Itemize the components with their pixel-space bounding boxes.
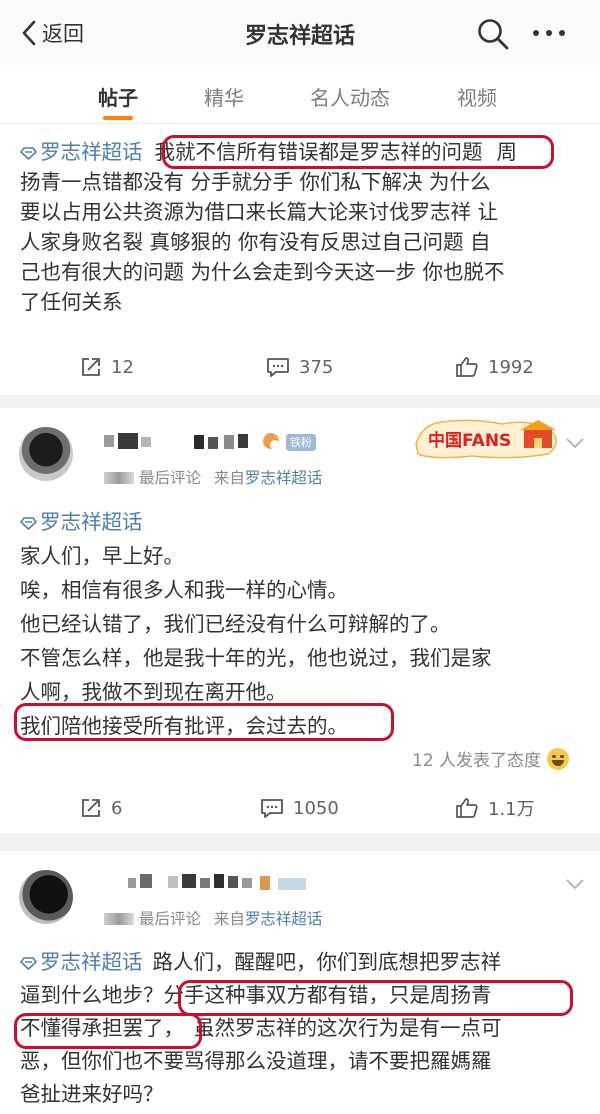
- thumbs-up-icon: [456, 798, 478, 818]
- post-meta: 最后评论 来自罗志祥超话: [104, 907, 322, 929]
- search-icon[interactable]: [476, 17, 510, 51]
- repost-count: 6: [111, 797, 123, 819]
- text-line: 不管怎么样，他是我十年的光，他也说过，我们是家: [20, 646, 492, 670]
- like-count: 1992: [488, 356, 534, 378]
- text-line: 了任何关系: [20, 290, 123, 314]
- comment-button[interactable]: 375: [266, 347, 333, 387]
- source-link[interactable]: 罗志祥超话: [245, 910, 323, 928]
- text-line: 不懂得承担罢了， 虽然罗志祥的这次行为是有一点可: [20, 1016, 502, 1040]
- text-line: 要以占用公共资源为借口来长篇大论来讨伐罗志祥 让: [20, 200, 499, 224]
- blurred-username[interactable]: [128, 872, 308, 892]
- text-line: 己也有很大的问题 为什么会走到今天这一步 你也脱不: [20, 260, 505, 284]
- post-body: 罗志祥超话 家人们，早上好。 唉，相信有很多人和我一样的心情。 他已经认错了，我…: [20, 507, 585, 741]
- attitude-text: 12 人发表了态度: [412, 751, 542, 771]
- tab-bar: 帖子 精华 名人动态 视频: [0, 66, 600, 124]
- text-line: 唉，相信有很多人和我一样的心情。: [20, 578, 348, 602]
- like-count: 1.1万: [488, 799, 535, 820]
- post-meta: 最后评论 来自罗志祥超话: [104, 466, 322, 488]
- chevron-down-icon[interactable]: [565, 437, 585, 449]
- repost-button[interactable]: 12: [80, 347, 134, 387]
- like-button[interactable]: 1992: [455, 347, 534, 387]
- tab-celebrity-updates[interactable]: 名人动态: [310, 82, 390, 111]
- chevron-down-icon[interactable]: [565, 878, 585, 890]
- repost-icon: [82, 358, 100, 376]
- page-title: 罗志祥超话: [244, 24, 355, 49]
- text-line: 爸扯进来好吗？: [20, 1082, 164, 1106]
- china-fans-badge: 中国FANS: [415, 419, 557, 459]
- topic-tag-link[interactable]: 罗志祥超话: [20, 950, 143, 974]
- super-topic-diamond-icon: [20, 957, 37, 970]
- text-line: 逼到什么地步？分手这种事双方都有错，只是周扬青: [20, 983, 492, 1007]
- blurred-time: [104, 472, 134, 484]
- text-line: 罗志祥超话 我就不信所有错误都是罗志祥的问题周: [20, 137, 585, 167]
- iron-fan-badge: 铁粉: [286, 434, 316, 451]
- super-topic-diamond-icon: [20, 517, 37, 530]
- nav-bar: 返回 罗志祥超话: [0, 0, 600, 66]
- like-button[interactable]: 1.1万: [455, 788, 535, 828]
- topic-tag-link[interactable]: 罗志祥超话: [20, 510, 143, 534]
- fans-badge-text: 中国FANS: [428, 430, 511, 451]
- laughing-emoji-icon: [547, 747, 570, 770]
- comment-count: 1050: [293, 797, 339, 819]
- topic-tag-link[interactable]: 罗志祥超话: [20, 140, 143, 164]
- active-tab-indicator: [103, 116, 133, 120]
- post-card[interactable]: 罗志祥超话 我就不信所有错误都是罗志祥的问题周 扬青一点错都没有 分手就分手 你们…: [0, 124, 600, 395]
- repost-icon: [82, 799, 100, 817]
- attitude-summary[interactable]: 12 人发表了态度: [412, 746, 570, 771]
- comment-button[interactable]: 1050: [260, 788, 339, 828]
- comment-count: 375: [299, 356, 334, 378]
- post-actions: 6 1050 1.1万: [0, 788, 600, 828]
- text-line: 人家身败名裂 真够狠的 你有没有反思过自己问题 自: [20, 230, 491, 254]
- tab-posts[interactable]: 帖子: [98, 82, 138, 111]
- text-line: 罗志祥超话 路人们，醒醒吧，你们到底想把罗志祥: [20, 947, 585, 977]
- repost-count: 12: [111, 356, 134, 378]
- text-line: 扬青一点错都没有 分手就分手 你们私下解决 为什么: [20, 170, 491, 194]
- avatar[interactable]: [19, 870, 73, 924]
- more-options-icon[interactable]: [527, 24, 571, 42]
- comment-icon: [267, 358, 289, 377]
- tab-videos[interactable]: 视频: [457, 82, 497, 111]
- text-line: 家人们，早上好。: [20, 544, 184, 568]
- text-line: 人啊，我做不到现在离开他。: [20, 680, 287, 704]
- blurred-username[interactable]: [104, 431, 284, 451]
- tab-featured[interactable]: 精华: [204, 82, 244, 111]
- post-body: 罗志祥超话 路人们，醒醒吧，你们到底想把罗志祥 逼到什么地步？分手这种事双方都有错…: [20, 947, 585, 1109]
- thumbs-up-icon: [456, 357, 478, 377]
- text-line: 罗志祥超话: [20, 507, 585, 537]
- source-link[interactable]: 罗志祥超话: [245, 469, 323, 487]
- text-line: 恶，但你们也不要骂得那么没道理，请不要把羅媽羅: [20, 1049, 492, 1073]
- comment-icon: [261, 799, 283, 818]
- app-root: 返回 罗志祥超话 帖子 精华 名人动态 视频 罗志祥超话 我就不信所有错误都是罗志…: [0, 0, 600, 1114]
- repost-button[interactable]: 6: [80, 788, 122, 828]
- text-line: 我们陪他接受所有批评，会过去的。: [20, 714, 348, 738]
- text-line: 他已经认错了，我们已经没有什么可辩解的了。: [20, 612, 451, 636]
- post-body: 罗志祥超话 我就不信所有错误都是罗志祥的问题周 扬青一点错都没有 分手就分手 你们…: [20, 137, 585, 317]
- super-topic-diamond-icon: [20, 147, 37, 160]
- avatar[interactable]: [19, 427, 73, 481]
- blurred-time: [104, 913, 134, 925]
- post-actions: 12 375 1992: [0, 347, 600, 387]
